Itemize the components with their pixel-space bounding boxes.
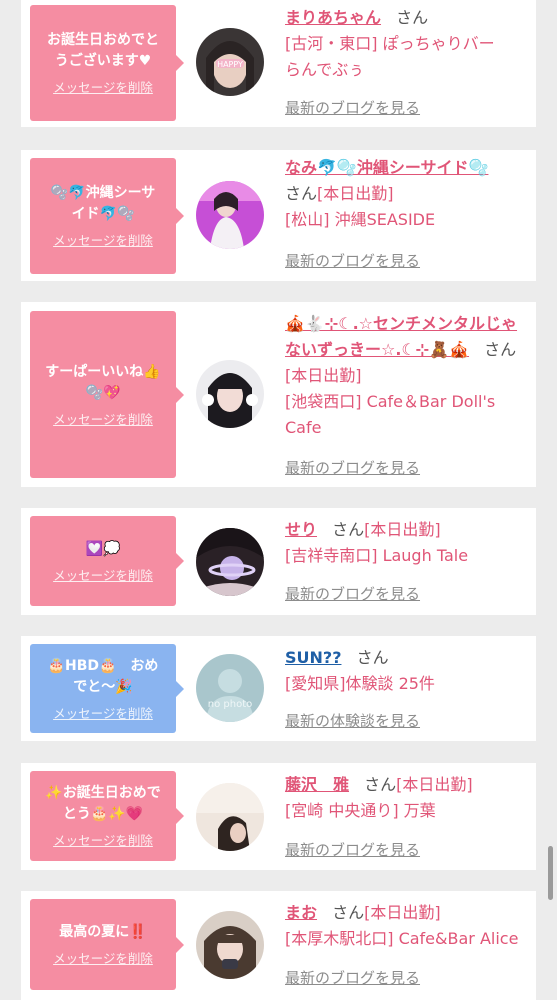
honorific: さん: [364, 775, 397, 794]
message-card: ✨お誕生日おめで とう🎂✨💗 メッセージを削除 藤沢 雅 さん[本日出勤] [宮…: [21, 763, 536, 870]
cast-name-link[interactable]: せり: [285, 520, 317, 539]
honorific: さん: [356, 648, 389, 667]
no-photo-icon: no photo: [196, 654, 264, 722]
honorific: さん: [396, 8, 429, 27]
delete-message-link[interactable]: メッセージを削除: [53, 830, 153, 849]
latest-blog-link[interactable]: 最新のブログを見る: [285, 250, 420, 271]
message-bubble: 🫧🐬沖縄シーサ イド🐬🫧 メッセージを削除: [30, 158, 184, 274]
avatar-photo-icon: [196, 360, 264, 428]
shop-info[interactable]: [宮崎 中央通り] 万葉: [285, 798, 527, 824]
delete-message-link[interactable]: メッセージを削除: [53, 565, 153, 584]
shop-line: [宮崎 中央通り] 万葉: [285, 801, 436, 820]
message-card: 最高の夏に‼️ メッセージを削除 まお さん[本日出勤] [本厚木駅北口] Ca…: [21, 891, 536, 1000]
avatar[interactable]: HAPPY: [196, 28, 264, 96]
status-badge: [本日出勤]: [364, 903, 441, 922]
shop-line: [吉祥寺南口] Laugh Tale: [285, 546, 469, 565]
avatar-photo-icon: [196, 528, 264, 596]
cast-name-link[interactable]: SUN??: [285, 648, 341, 667]
latest-blog-link[interactable]: 最新のブログを見る: [285, 967, 420, 988]
message-bubble: 💟💭 メッセージを削除: [30, 516, 184, 606]
no-photo-caption: no photo: [208, 699, 252, 710]
avatar[interactable]: [196, 911, 264, 979]
avatar[interactable]: [196, 360, 264, 428]
message-card: お誕生日おめでと うございます♥ メッセージを削除 HAPPY まりあちゃん さ…: [21, 0, 536, 127]
avatar[interactable]: [196, 181, 264, 249]
cast-name-link[interactable]: 藤沢 雅: [285, 775, 349, 794]
honorific: さん: [332, 903, 365, 922]
message-bubble: 🎂HBD🎂 おめ でと〜🎉 メッセージを削除: [30, 644, 184, 733]
cast-name-link[interactable]: なみ🐬🫧沖縄シーサイド🫧: [285, 158, 488, 177]
shop-info[interactable]: [松山] 沖縄SEASIDE: [285, 207, 527, 233]
message-card: 💟💭 メッセージを削除 せり さん[本日出勤] [吉祥寺南口] Laugh Ta…: [21, 508, 536, 615]
cast-name-link[interactable]: 🎪🐇⊹☾.☆センチメンタルじゃないずっきー☆.☾⊹🧸🎪: [285, 314, 517, 359]
status-badge: [本日出勤]: [364, 520, 441, 539]
message-text: ✨お誕生日おめで とう🎂✨💗: [45, 785, 161, 822]
avatar-photo-icon: [196, 181, 264, 249]
latest-blog-link[interactable]: 最新のブログを見る: [285, 839, 420, 860]
scrollbar[interactable]: [548, 846, 553, 900]
message-text: 💟💭: [85, 540, 121, 557]
shop-line: [愛知県]体験談 25件: [285, 674, 435, 693]
shop-line: [古河・東口] ぽっちゃりバー: [285, 34, 495, 53]
honorific: さん: [285, 184, 318, 203]
shop-line: [本厚木駅北口] Cafe&Bar Alice: [285, 929, 519, 948]
status-badge: [本日出勤]: [285, 366, 362, 385]
status-badge: [本日出勤]: [396, 775, 473, 794]
message-text: すーぱーいいね👍 🫧💖: [45, 363, 161, 401]
delete-message-link[interactable]: メッセージを削除: [53, 948, 153, 967]
message-text: お誕生日おめでと うございます♥: [47, 32, 159, 69]
shop-info[interactable]: [吉祥寺南口] Laugh Tale: [285, 543, 527, 569]
avatar[interactable]: [196, 783, 264, 851]
message-bubble: すーぱーいいね👍 🫧💖 メッセージを削除: [30, 311, 184, 478]
message-bubble: ✨お誕生日おめで とう🎂✨💗 メッセージを削除: [30, 771, 184, 861]
delete-message-link[interactable]: メッセージを削除: [53, 77, 153, 96]
shop-line: [松山] 沖縄SEASIDE: [285, 210, 436, 229]
shop-line: Cafe: [285, 418, 322, 437]
shop-line: らんでぶぅ: [285, 60, 365, 79]
message-bubble: 最高の夏に‼️ メッセージを削除: [30, 899, 184, 990]
avatar-photo-icon: [196, 783, 264, 851]
shop-info[interactable]: [愛知県]体験談 25件: [285, 671, 527, 697]
latest-review-link[interactable]: 最新の体験談を見る: [285, 710, 420, 731]
avatar-photo-icon: [196, 911, 264, 979]
message-text: 🎂HBD🎂 おめ でと〜🎉: [47, 657, 159, 695]
delete-message-link[interactable]: メッセージを削除: [53, 409, 153, 428]
message-card: すーぱーいいね👍 🫧💖 メッセージを削除 🎪🐇⊹☾.☆センチメンタルじゃないずっ…: [21, 302, 536, 487]
shop-line: [池袋西口] Cafe＆Bar Doll's: [285, 392, 496, 411]
delete-message-link[interactable]: メッセージを削除: [53, 703, 153, 722]
cast-name-link[interactable]: まお: [285, 903, 317, 922]
latest-blog-link[interactable]: 最新のブログを見る: [285, 457, 420, 478]
latest-blog-link[interactable]: 最新のブログを見る: [285, 97, 420, 118]
avatar[interactable]: [196, 528, 264, 596]
shop-info[interactable]: [古河・東口] ぽっちゃりバー らんでぶぅ: [285, 31, 527, 83]
svg-text:HAPPY: HAPPY: [217, 60, 243, 69]
message-text: 最高の夏に‼️: [59, 924, 147, 940]
avatar-photo-icon: HAPPY: [196, 28, 264, 96]
delete-message-link[interactable]: メッセージを削除: [53, 230, 153, 249]
shop-info[interactable]: [本厚木駅北口] Cafe&Bar Alice: [285, 926, 527, 952]
honorific: さん: [332, 520, 365, 539]
cast-name-link[interactable]: まりあちゃん: [285, 8, 381, 27]
message-card: 🫧🐬沖縄シーサ イド🐬🫧 メッセージを削除 なみ🐬🫧沖縄シーサイド🫧 さん[本日…: [21, 150, 536, 281]
avatar[interactable]: no photo: [196, 654, 264, 722]
latest-blog-link[interactable]: 最新のブログを見る: [285, 583, 420, 604]
message-text: 🫧🐬沖縄シーサ イド🐬🫧: [50, 185, 156, 222]
honorific: さん: [484, 340, 517, 359]
shop-info[interactable]: [池袋西口] Cafe＆Bar Doll's Cafe: [285, 389, 527, 441]
status-badge: [本日出勤]: [317, 184, 394, 203]
message-bubble: お誕生日おめでと うございます♥ メッセージを削除: [30, 5, 184, 121]
message-card: 🎂HBD🎂 おめ でと〜🎉 メッセージを削除 no photo SUN?? さん…: [21, 636, 536, 741]
